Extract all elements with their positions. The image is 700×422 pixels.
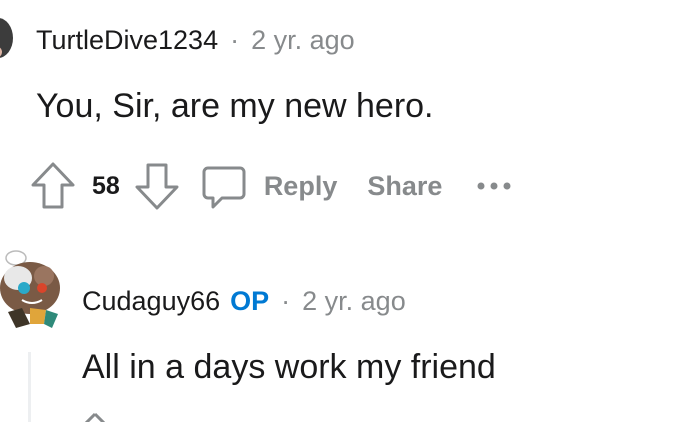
comment-bubble-icon — [202, 166, 246, 209]
thread-collapse-line[interactable] — [28, 352, 31, 422]
username-link[interactable]: Cudaguy66 — [82, 286, 220, 317]
meta-separator: · — [230, 25, 240, 55]
meta-separator: · — [281, 286, 291, 316]
more-options-icon — [477, 182, 511, 190]
comment-meta: TurtleDive1234 · 2 yr. ago — [36, 25, 355, 56]
op-badge: OP — [230, 286, 270, 316]
reply-label: Reply — [263, 170, 338, 201]
comment-body: You, Sir, are my new hero. — [36, 87, 434, 125]
downvote-arrow-icon[interactable] — [134, 160, 180, 212]
comment-action-bar: 58 Reply Share — [30, 160, 516, 212]
comment-meta: Cudaguy66 OP · 2 yr. ago — [82, 286, 406, 317]
comment-body: All in a days work my friend — [82, 348, 496, 386]
upvote-arrow-icon[interactable] — [80, 412, 110, 422]
comment-thread: TurtleDive1234 · 2 yr. ago You, Sir, are… — [0, 0, 700, 422]
timestamp[interactable]: 2 yr. ago — [302, 286, 406, 317]
vote-score: 58 — [92, 171, 120, 200]
reply-button[interactable]: Reply — [200, 162, 338, 210]
more-options-button[interactable] — [476, 180, 516, 192]
timestamp[interactable]: 2 yr. ago — [251, 25, 355, 56]
username-link[interactable]: TurtleDive1234 — [36, 25, 218, 56]
user-avatar[interactable] — [0, 12, 16, 64]
share-button[interactable]: Share — [367, 171, 442, 202]
upvote-arrow-icon[interactable] — [30, 160, 76, 212]
user-avatar[interactable] — [0, 248, 66, 334]
